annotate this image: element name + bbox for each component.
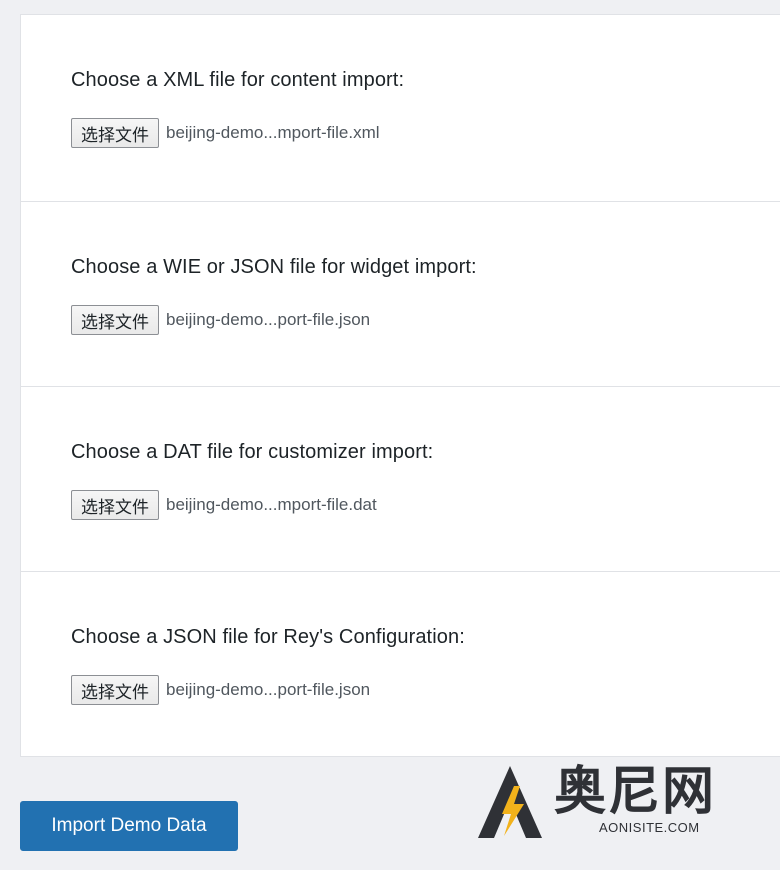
selected-file-name: beijing-demo...mport-file.xml <box>166 123 380 142</box>
lightning-a-logo-icon <box>478 766 542 838</box>
file-input-row: 选择文件 beijing-demo...port-file.json <box>71 674 370 706</box>
selected-file-name: beijing-demo...mport-file.dat <box>166 495 377 514</box>
selected-file-name: beijing-demo...port-file.json <box>166 310 371 329</box>
panel-title: Choose a JSON file for Rey's Configurati… <box>71 626 465 648</box>
file-input-row: 选择文件 beijing-demo...port-file.json <box>71 304 370 336</box>
file-input-row: 选择文件 beijing-demo...mport-file.dat <box>71 489 377 521</box>
panel-title: Choose a WIE or JSON file for widget imp… <box>71 256 477 278</box>
watermark-domain: AONISITE.COM <box>599 820 700 835</box>
choose-file-button[interactable]: 选择文件 <box>71 490 159 520</box>
content-import-panel: Choose a XML file for content import: 选择… <box>20 14 780 202</box>
widget-import-panel: Choose a WIE or JSON file for widget imp… <box>20 201 780 387</box>
customizer-import-panel: Choose a DAT file for customizer import:… <box>20 386 780 572</box>
configuration-import-panel: Choose a JSON file for Rey's Configurati… <box>20 571 780 757</box>
import-demo-data-button[interactable]: Import Demo Data <box>20 801 238 851</box>
selected-file-name: beijing-demo...port-file.json <box>166 680 371 699</box>
choose-file-button[interactable]: 选择文件 <box>71 118 159 148</box>
choose-file-button[interactable]: 选择文件 <box>71 675 159 705</box>
import-panels: Choose a XML file for content import: 选择… <box>20 14 780 757</box>
choose-file-button[interactable]: 选择文件 <box>71 305 159 335</box>
panel-title: Choose a XML file for content import: <box>71 69 405 91</box>
watermark-name: 奥尼网 <box>554 762 717 822</box>
file-input-row: 选择文件 beijing-demo...mport-file.xml <box>71 117 380 149</box>
watermark: 奥尼网 AONISITE.COM <box>474 760 754 840</box>
panel-title: Choose a DAT file for customizer import: <box>71 441 434 463</box>
